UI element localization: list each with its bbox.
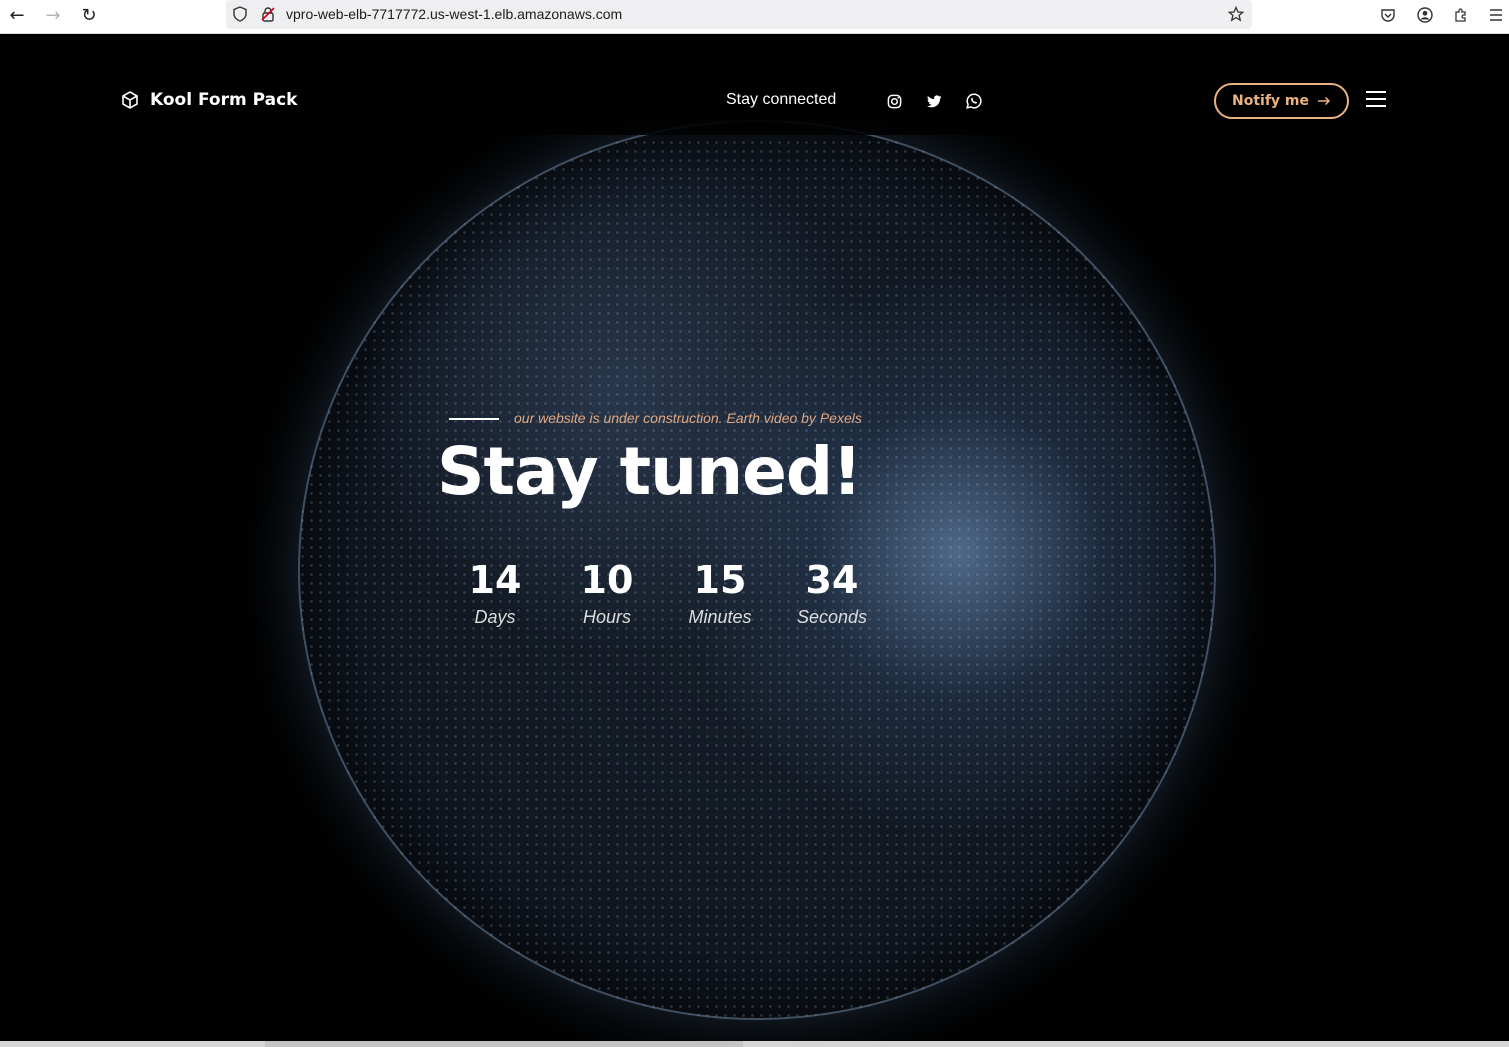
countdown-hours: 10 Hours [551, 557, 663, 628]
bottom-strip [0, 1041, 1509, 1047]
cube-icon [122, 91, 138, 109]
browser-toolbar: ← → ↻ vpro-web-elb-7717772.us-west-1.elb… [0, 0, 1509, 34]
hamburger-menu-icon[interactable] [1366, 91, 1388, 111]
tagline: our website is under construction. Earth… [514, 410, 862, 426]
countdown-value: 14 [468, 558, 522, 602]
tagline-divider [449, 418, 499, 420]
countdown-value: 10 [580, 558, 634, 602]
countdown-label: Days [474, 607, 516, 627]
notify-me-button[interactable]: Notify me [1214, 83, 1349, 119]
insecure-lock-icon[interactable] [260, 6, 276, 22]
whatsapp-icon[interactable] [965, 92, 983, 110]
bookmark-star-icon[interactable] [1228, 6, 1244, 22]
url-text: vpro-web-elb-7717772.us-west-1.elb.amazo… [286, 6, 623, 22]
countdown-label: Hours [582, 607, 631, 627]
app-menu-icon[interactable] [1485, 5, 1507, 25]
brand-name: Kool Form Pack [150, 90, 298, 110]
instagram-icon[interactable] [885, 92, 903, 110]
countdown-label: Seconds [796, 607, 868, 627]
countdown-days: 14 Days [439, 557, 551, 628]
notify-me-label: Notify me [1232, 93, 1309, 109]
forward-arrow-icon[interactable]: → [40, 4, 66, 26]
headline: Stay tuned! [437, 433, 862, 510]
countdown-seconds: 34 Seconds [776, 557, 888, 628]
countdown-label: Minutes [688, 607, 752, 627]
arrow-right-icon [1318, 96, 1331, 106]
reload-icon[interactable]: ↻ [76, 4, 102, 26]
brand[interactable]: Kool Form Pack [120, 90, 297, 110]
extensions-icon[interactable] [1450, 5, 1472, 25]
pocket-icon[interactable] [1377, 5, 1399, 25]
shield-icon[interactable] [232, 6, 248, 22]
address-bar[interactable]: vpro-web-elb-7717772.us-west-1.elb.amazo… [226, 0, 1252, 29]
stay-connected-label: Stay connected [726, 91, 837, 108]
twitter-icon[interactable] [925, 92, 943, 110]
countdown-value: 15 [693, 558, 747, 602]
account-icon[interactable] [1414, 5, 1436, 25]
countdown-value: 34 [805, 558, 859, 602]
page: Kool Form Pack Stay connected Notify me … [0, 35, 1509, 1041]
countdown-minutes: 15 Minutes [664, 557, 776, 628]
back-arrow-icon[interactable]: ← [4, 4, 30, 26]
